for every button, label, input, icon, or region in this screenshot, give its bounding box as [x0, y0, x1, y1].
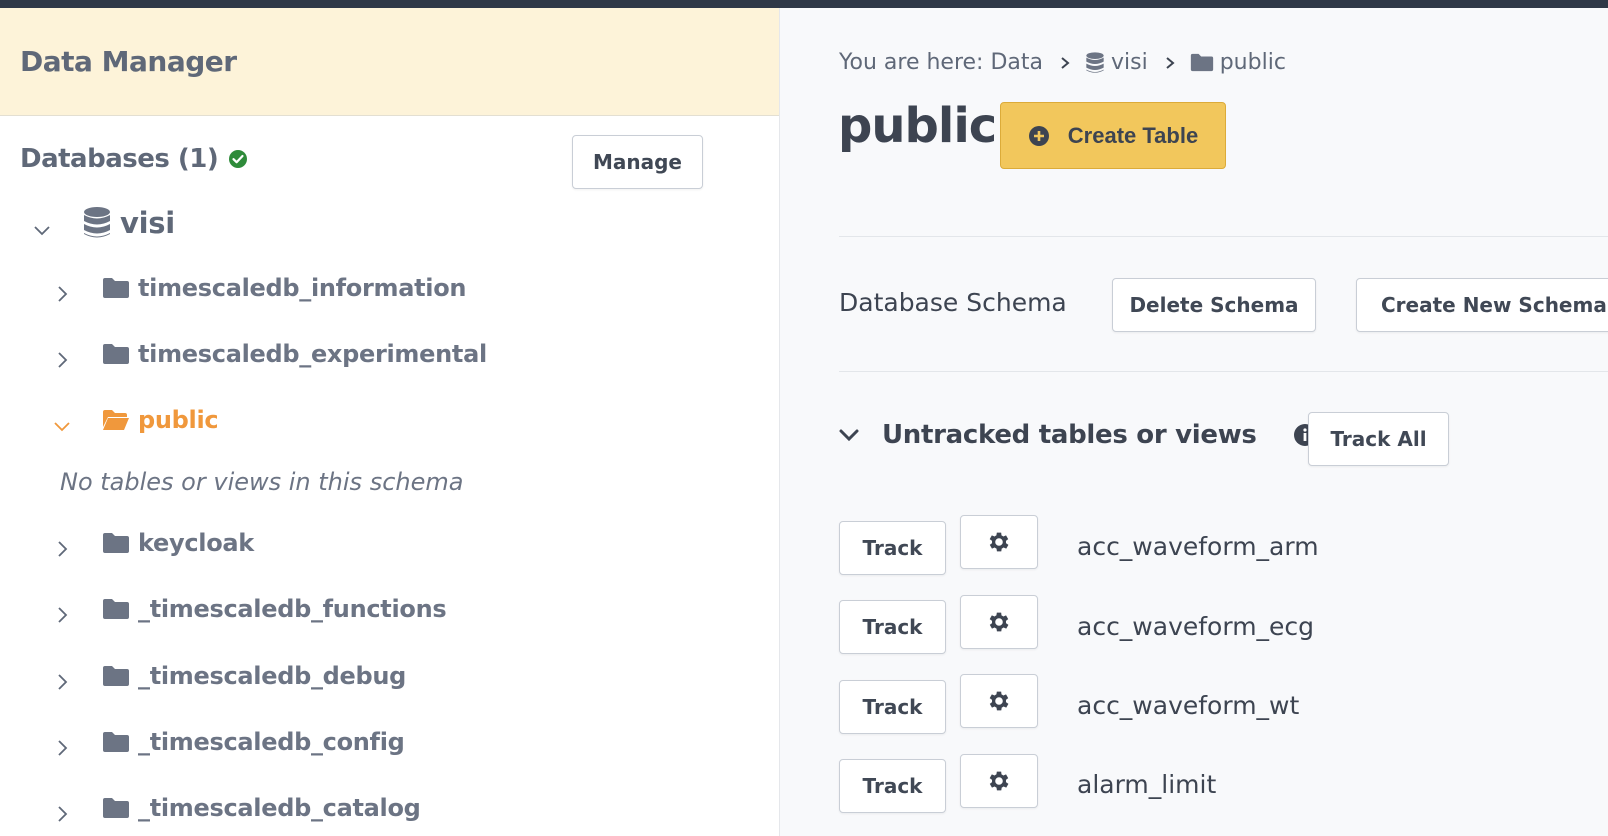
tree-item-schema[interactable]: _timescaledb_functions	[52, 593, 447, 625]
folder-icon	[103, 599, 129, 619]
empty-schema-note: No tables or views in this schema	[60, 468, 464, 496]
check-circle-icon	[229, 150, 248, 168]
chevron-right-icon[interactable]	[52, 672, 72, 692]
breadcrumb-data-link[interactable]: You are here: Data	[839, 50, 1043, 75]
tree-label-schema[interactable]: timescaledb_experimental	[138, 340, 487, 368]
manage-button[interactable]: Manage	[572, 135, 703, 189]
database-schema-label: Database Schema	[839, 288, 1067, 317]
plus-circle-icon	[1028, 125, 1049, 146]
tree-item-schema-active[interactable]: public	[52, 404, 219, 436]
gear-icon	[989, 691, 1009, 711]
folder-open-icon	[103, 410, 129, 430]
breadcrumb-database-link[interactable]: visi	[1111, 50, 1148, 75]
table-name: alarm_limit	[1077, 770, 1217, 799]
tree-item-schema[interactable]: keycloak	[52, 527, 254, 559]
divider	[839, 371, 1608, 372]
folder-icon	[103, 798, 129, 818]
sidebar: Data Manager Databases (1) Manage visi t…	[0, 8, 780, 836]
untracked-section-header: Untracked tables or views	[838, 420, 1317, 450]
page-title: public	[838, 98, 997, 154]
untracked-title: Untracked tables or views	[882, 420, 1257, 450]
breadcrumb-schema: public	[1219, 50, 1286, 75]
databases-heading-label: Databases (1)	[20, 144, 219, 174]
tree-label-schema[interactable]: keycloak	[138, 529, 254, 557]
tree-item-visi[interactable]: visi	[32, 206, 175, 240]
chevron-right-icon[interactable]	[52, 350, 72, 370]
tree-item-schema[interactable]: _timescaledb_config	[52, 726, 405, 758]
databases-heading: Databases (1)	[20, 144, 248, 174]
folder-icon	[103, 278, 129, 298]
table-name: acc_waveform_wt	[1077, 691, 1300, 720]
top-bar	[0, 0, 1608, 8]
create-table-button[interactable]: Create Table	[1000, 102, 1226, 169]
tree-label-schema-active[interactable]: public	[138, 406, 219, 434]
tree-label-schema[interactable]: _timescaledb_catalog	[138, 794, 421, 822]
breadcrumb: You are here: Data visi public	[839, 50, 1286, 75]
track-button[interactable]: Track	[839, 521, 946, 575]
folder-icon	[1190, 53, 1213, 72]
chevron-right-icon[interactable]	[52, 804, 72, 824]
table-settings-button[interactable]	[960, 595, 1038, 649]
gear-icon	[989, 532, 1009, 552]
chevron-right-icon[interactable]	[52, 605, 72, 625]
tree-label-visi[interactable]: visi	[120, 206, 175, 240]
folder-icon	[103, 533, 129, 553]
table-name: acc_waveform_arm	[1077, 532, 1319, 561]
tree-item-schema[interactable]: _timescaledb_catalog	[52, 792, 421, 824]
database-icon	[1086, 51, 1104, 73]
chevron-down-icon[interactable]	[32, 220, 52, 240]
track-all-button[interactable]: Track All	[1308, 412, 1449, 466]
main-panel: You are here: Data visi public public Cr…	[780, 8, 1608, 836]
gear-icon	[989, 612, 1009, 632]
tree-label-schema[interactable]: timescaledb_information	[138, 274, 467, 302]
create-new-schema-button[interactable]: Create New Schema	[1356, 278, 1608, 332]
tree-item-schema[interactable]: timescaledb_experimental	[52, 338, 487, 370]
chevron-right-icon[interactable]	[52, 284, 72, 304]
tree-item-schema[interactable]: timescaledb_information	[52, 272, 467, 304]
sidebar-title: Data Manager	[20, 45, 237, 78]
folder-icon	[103, 344, 129, 364]
chevron-down-icon[interactable]	[52, 416, 72, 436]
folder-icon	[103, 732, 129, 752]
track-button[interactable]: Track	[839, 680, 946, 734]
table-name: acc_waveform_ecg	[1077, 612, 1315, 641]
track-button[interactable]: Track	[839, 759, 946, 813]
table-settings-button[interactable]	[960, 674, 1038, 728]
chevron-right-icon[interactable]	[52, 738, 72, 758]
tree-label-schema[interactable]: _timescaledb_config	[138, 728, 405, 756]
folder-icon	[103, 666, 129, 686]
sidebar-header: Data Manager	[0, 8, 779, 116]
database-icon	[84, 207, 110, 238]
table-settings-button[interactable]	[960, 754, 1038, 808]
create-table-label: Create Table	[1067, 122, 1199, 148]
tree-label-schema[interactable]: _timescaledb_functions	[138, 595, 447, 623]
table-settings-button[interactable]	[960, 515, 1038, 569]
chevron-right-icon	[1061, 56, 1070, 69]
chevron-right-icon[interactable]	[52, 539, 72, 559]
delete-schema-button[interactable]: Delete Schema	[1112, 278, 1316, 332]
tree-label-schema[interactable]: _timescaledb_debug	[138, 662, 406, 690]
tree-item-schema[interactable]: _timescaledb_debug	[52, 660, 406, 692]
gear-icon	[989, 771, 1009, 791]
track-button[interactable]: Track	[839, 600, 946, 654]
chevron-right-icon	[1166, 56, 1175, 69]
divider	[839, 236, 1608, 237]
chevron-down-icon[interactable]	[838, 424, 860, 446]
